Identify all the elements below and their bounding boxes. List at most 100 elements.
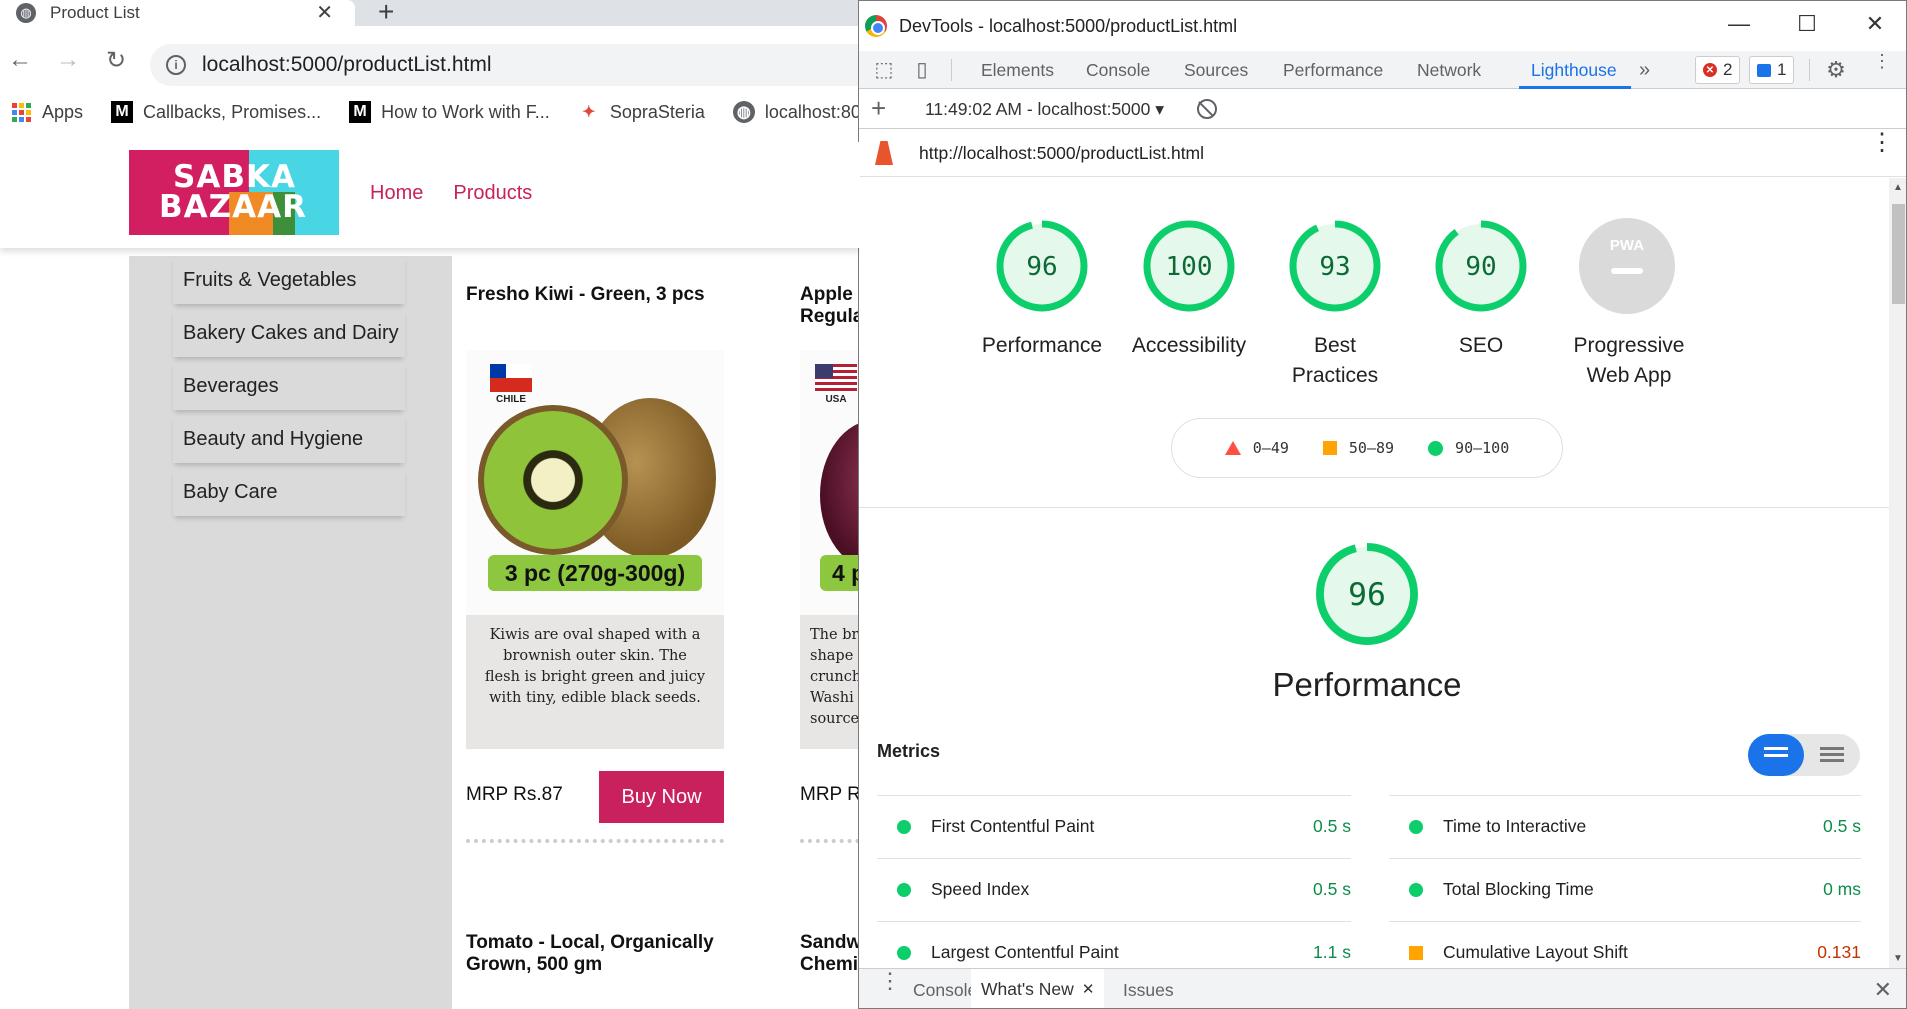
bookmark-callbacks[interactable]: M Callbacks, Promises...: [111, 101, 321, 123]
product-image[interactable]: CHILE 3 pc (270g-300g): [466, 350, 724, 615]
address-bar[interactable]: i localhost:5000/productList.html: [150, 44, 910, 86]
metric-value: 0.131: [1817, 942, 1861, 962]
minimize-button[interactable]: —: [1719, 11, 1759, 37]
origin-label: USA: [825, 394, 847, 405]
pass-dot-icon: [897, 819, 911, 834]
error-count-badge[interactable]: ✕ 2: [1695, 56, 1741, 84]
square-icon: [1322, 441, 1337, 455]
drawer-menu-icon[interactable]: ⋮: [879, 970, 901, 992]
tab-close-icon[interactable]: ✕: [316, 0, 333, 25]
back-button[interactable]: ←: [4, 46, 36, 74]
product-title: Tomato - Local, Organically Grown, 500 g…: [466, 932, 714, 975]
more-options-icon[interactable]: ⋮: [1869, 52, 1895, 83]
expanded-view-icon[interactable]: [1820, 747, 1844, 763]
tab-title: Product List: [50, 3, 140, 22]
drawer-tab-console[interactable]: Console: [913, 969, 977, 1008]
report-url: http://localhost:5000/productList.html: [919, 143, 1205, 163]
pack-size-label: 4 p: [820, 555, 860, 591]
tab-lighthouse[interactable]: Lighthouse: [1519, 51, 1631, 89]
metric-name: First Contentful Paint: [931, 816, 1095, 836]
score-gauge-best-practices[interactable]: 93 Best Practices: [1262, 216, 1408, 391]
product-footer: MRP R: [800, 749, 860, 847]
pwa-badge-icon: PWA: [1579, 218, 1675, 314]
gauge-ring: 90: [1435, 220, 1527, 312]
bookmark-label: Callbacks, Promises...: [143, 101, 322, 122]
new-report-button[interactable]: +: [871, 93, 886, 124]
inspect-element-icon[interactable]: ⬚: [871, 57, 897, 83]
drawer-tab-issues[interactable]: Issues: [1123, 969, 1174, 1008]
reload-button[interactable]: ↻: [100, 46, 132, 75]
metric-time-to-interactive: Time to Interactive 0.5 s: [1389, 795, 1861, 857]
metric-cumulative-layout-shift: Cumulative Layout Shift 0.131: [1389, 921, 1861, 968]
info-icon[interactable]: i: [166, 55, 186, 75]
metrics-view-toggle[interactable]: [1748, 734, 1860, 776]
drawer-tab-whats-new[interactable]: What's New ✕: [971, 969, 1105, 1008]
address-url[interactable]: localhost:5000/productList.html: [202, 53, 492, 77]
report-selector[interactable]: 11:49:02 AM - localhost:5000 ▾: [925, 99, 1164, 120]
bookmark-soprasteria[interactable]: ✦ SopraSteria: [578, 101, 705, 123]
buy-now-button[interactable]: Buy Now: [599, 771, 724, 823]
forward-button[interactable]: →: [52, 46, 84, 74]
close-drawer-icon[interactable]: ✕: [1874, 977, 1892, 1003]
metric-name: Time to Interactive: [1443, 816, 1587, 836]
bookmark-apps[interactable]: Apps: [10, 101, 83, 123]
bookmark-how-to-work[interactable]: M How to Work with F...: [349, 101, 550, 123]
tab-network[interactable]: Network: [1417, 51, 1481, 89]
origin-label: CHILE: [496, 394, 526, 405]
bookmark-label: SopraSteria: [609, 101, 705, 122]
tab-performance[interactable]: Performance: [1283, 51, 1383, 89]
logo-text-line2: BAZAAR: [159, 189, 307, 225]
category-beauty-hygiene[interactable]: Beauty and Hygiene: [173, 415, 405, 463]
gauge-score-text: 96: [1026, 252, 1057, 282]
scrollbar-thumb[interactable]: [1892, 204, 1905, 304]
close-window-button[interactable]: ✕: [1855, 11, 1895, 37]
category-bakery[interactable]: Bakery Cakes and Dairy: [173, 309, 405, 357]
compact-view-icon: [1764, 747, 1788, 763]
tab-sources[interactable]: Sources: [1184, 51, 1248, 89]
legend-average: 50–89: [1322, 439, 1394, 457]
bookmark-localhost[interactable]: ◍ localhost:800: [732, 101, 871, 123]
metric-largest-contentful-paint: Largest Contentful Paint 1.1 s: [877, 921, 1351, 968]
category-baby-care[interactable]: Baby Care: [173, 468, 405, 516]
tab-console[interactable]: Console: [1086, 51, 1150, 89]
kiwi-half-icon: [478, 405, 628, 555]
globe-icon: ◍: [732, 101, 755, 123]
product-description: The br shape crunch Washi source: [800, 615, 860, 749]
nav-home-link[interactable]: Home: [370, 182, 423, 205]
message-count: 1: [1777, 60, 1787, 79]
chrome-logo-icon: [865, 15, 887, 37]
device-toolbar-icon[interactable]: ▯: [909, 57, 935, 83]
more-tabs-icon[interactable]: »: [1639, 51, 1650, 89]
category-beverages[interactable]: Beverages: [173, 362, 405, 410]
close-tab-icon[interactable]: ✕: [1082, 980, 1095, 998]
triangle-icon: [1224, 441, 1241, 455]
report-menu-icon[interactable]: ⋮: [1870, 131, 1894, 155]
message-count-badge[interactable]: 1: [1749, 56, 1795, 84]
product-card: Fresho Kiwi - Green, 3 pcs CHILE 3 pc (2…: [466, 284, 724, 847]
score-gauge-pwa[interactable]: PWA Progressive Web App: [1554, 216, 1700, 391]
report-scrollbar[interactable]: ▲ ▼: [1889, 178, 1906, 968]
browser-tab[interactable]: ◍ Product List ✕: [0, 0, 355, 26]
product-image[interactable]: USA 4 p: [800, 350, 860, 615]
medium-logo-icon: M: [111, 101, 134, 123]
error-icon: ✕: [1703, 63, 1717, 77]
product-title: Fresho Kiwi - Green, 3 pcs: [466, 284, 705, 305]
scroll-down-icon[interactable]: ▼: [1893, 953, 1903, 964]
devtools-tab-bar: ⬚ ▯ Elements Console Sources Performance…: [859, 51, 1906, 89]
category-sidebar: Fruits & Vegetables Bakery Cakes and Dai…: [129, 256, 452, 1009]
tab-elements[interactable]: Elements: [981, 51, 1054, 89]
new-tab-button[interactable]: +: [378, 0, 394, 28]
clear-reports-icon[interactable]: [1197, 99, 1217, 119]
product-card: Tomato - Local, Organically Grown, 500 g…: [466, 932, 724, 998]
metric-value: 0.5 s: [1823, 816, 1861, 836]
settings-gear-icon[interactable]: ⚙: [1823, 57, 1849, 83]
score-gauge-accessibility[interactable]: 100 Accessibility: [1116, 216, 1262, 361]
category-fruits-vegetables[interactable]: Fruits & Vegetables: [173, 256, 405, 304]
nav-products-link[interactable]: Products: [453, 182, 532, 205]
scroll-up-icon[interactable]: ▲: [1893, 182, 1903, 193]
score-gauge-seo[interactable]: 90 SEO: [1408, 216, 1554, 361]
sabka-bazaar-logo[interactable]: SABKA BAZAAR: [129, 150, 339, 235]
pass-dot-icon: [1409, 882, 1423, 897]
score-gauge-performance[interactable]: 96 Performance: [969, 216, 1115, 361]
maximize-button[interactable]: ☐: [1787, 11, 1827, 37]
